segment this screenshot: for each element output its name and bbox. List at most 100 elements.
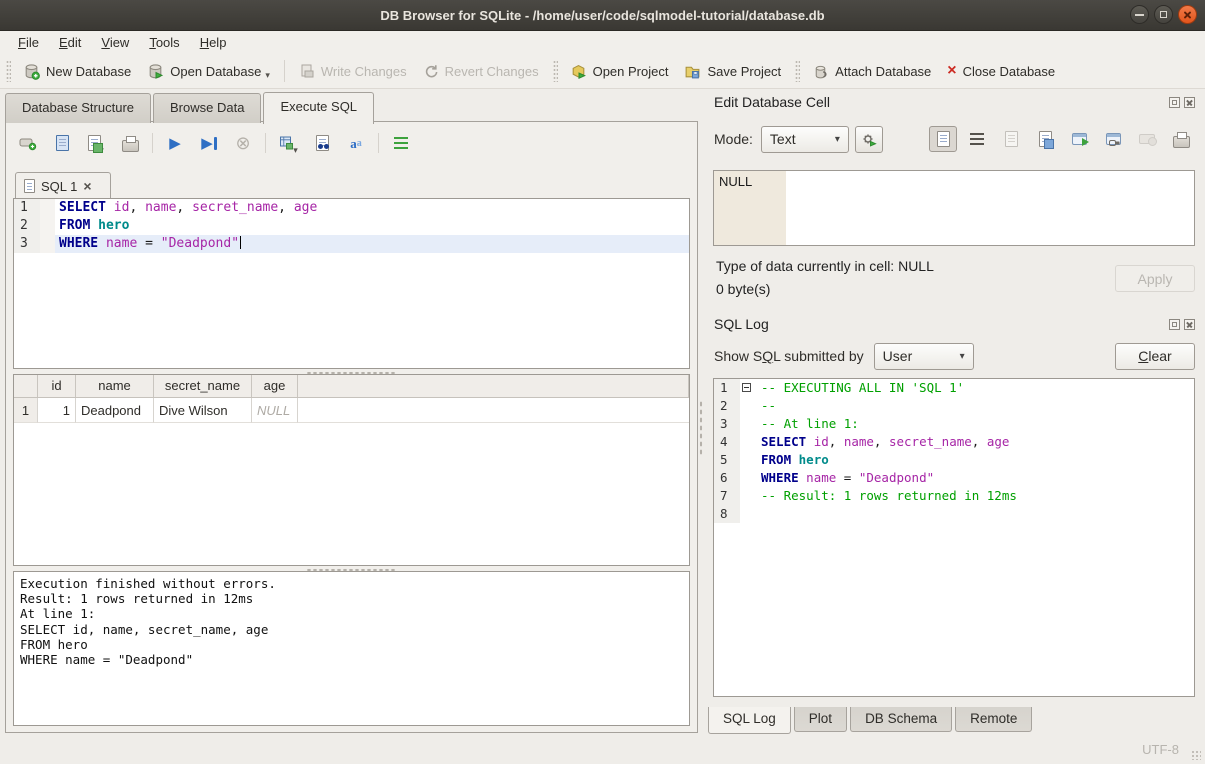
dock-close-icon[interactable]	[1184, 97, 1195, 108]
execute-icon: ▶	[169, 136, 181, 151]
save-project-icon	[684, 63, 701, 80]
export-results-button[interactable]: ▾	[276, 131, 300, 155]
tab-browse-data[interactable]: Browse Data	[153, 93, 261, 123]
print-cell-button[interactable]	[1167, 126, 1195, 152]
attach-database-button[interactable]: Attach Database	[804, 59, 939, 84]
new-tab-icon	[19, 135, 37, 151]
sql-document-tab[interactable]: SQL 1 ×	[15, 172, 111, 199]
text-mode-button[interactable]	[929, 126, 957, 152]
execute-all-button[interactable]: ▶	[163, 131, 187, 155]
dock-tab-db-schema[interactable]: DB Schema	[850, 707, 952, 732]
column-header[interactable]: name	[76, 375, 154, 397]
column-header[interactable]: age	[252, 375, 298, 397]
find-replace-button[interactable]	[310, 131, 334, 155]
set-null-icon	[1139, 134, 1155, 144]
minimize-button[interactable]	[1130, 5, 1149, 24]
tab-execute-sql[interactable]: Execute SQL	[263, 92, 374, 124]
copy-link-button[interactable]	[1099, 126, 1127, 152]
code-line[interactable]: 1-- EXECUTING ALL IN 'SQL 1'	[714, 379, 1194, 397]
code-line[interactable]: 3WHERE name = "Deadpond"	[14, 235, 689, 253]
auto-format-button[interactable]: aa	[344, 131, 368, 155]
table-cell[interactable]: 1	[38, 398, 76, 423]
results-table[interactable]: idnamesecret_nameage11DeadpondDive Wilso…	[13, 374, 690, 566]
code-line[interactable]: 3-- At line 1:	[714, 415, 1194, 433]
dock-close-icon[interactable]	[1184, 319, 1195, 330]
sql-log-dock-header: SQL Log	[714, 314, 1195, 334]
sql-tab-close-icon[interactable]: ×	[83, 178, 91, 194]
link-icon	[1106, 133, 1121, 145]
word-wrap-button[interactable]	[389, 131, 413, 155]
code-line[interactable]: 7-- Result: 1 rows returned in 12ms	[714, 487, 1194, 505]
table-row[interactable]: 11DeadpondDive WilsonNULL	[14, 398, 689, 423]
open-external-button[interactable]	[1065, 126, 1093, 152]
sql-editor[interactable]: 1SELECT id, name, secret_name, age2FROM …	[13, 198, 690, 369]
dock-float-icon[interactable]	[1169, 319, 1180, 330]
cell-value-editor[interactable]: NULL	[713, 170, 1195, 246]
sql-log-view[interactable]: 1-- EXECUTING ALL IN 'SQL 1'2--3-- At li…	[713, 378, 1195, 697]
toolbar-handle[interactable]	[6, 60, 11, 82]
close-database-button[interactable]: × Close Database	[939, 60, 1063, 83]
maximize-button[interactable]	[1154, 5, 1173, 24]
encoding-indicator[interactable]: UTF-8	[1142, 742, 1179, 757]
cell-editor-toolbar	[929, 126, 1195, 152]
new-database-button[interactable]: New Database	[15, 59, 139, 84]
chevron-down-icon: ▾	[821, 134, 840, 145]
dock-tab-sql-log[interactable]: SQL Log	[708, 707, 791, 734]
export-icon	[1039, 131, 1052, 147]
close-button[interactable]	[1178, 5, 1197, 24]
stop-execution-button: ⊗	[231, 131, 255, 155]
submitter-select[interactable]: User ▾	[874, 343, 974, 370]
open-sql-file-button[interactable]	[50, 131, 74, 155]
execution-message-box[interactable]: Execution finished without errors. Resul…	[13, 571, 690, 726]
table-cell[interactable]: Dive Wilson	[154, 398, 252, 423]
menu-edit[interactable]: Edit	[49, 32, 91, 53]
code-line[interactable]: 2--	[714, 397, 1194, 415]
print-sql-button[interactable]	[118, 131, 142, 155]
open-project-button[interactable]: Open Project	[562, 59, 677, 84]
auto-switch-mode-button[interactable]	[855, 126, 883, 153]
panel-splitter[interactable]	[699, 400, 704, 456]
cell-type-info: Type of data currently in cell: NULL	[716, 258, 934, 274]
dock-float-icon[interactable]	[1169, 97, 1180, 108]
open-database-button[interactable]: Open Database ▾	[139, 59, 278, 84]
save-project-button[interactable]: Save Project	[676, 59, 789, 84]
table-cell[interactable]: NULL	[252, 398, 298, 423]
cell-word-wrap-button[interactable]	[963, 126, 991, 152]
execute-current-line-button[interactable]: ▶	[197, 131, 221, 155]
code-line[interactable]: 4SELECT id, name, secret_name, age	[714, 433, 1194, 451]
code-line[interactable]: 2FROM hero	[14, 217, 689, 235]
table-cell[interactable]: Deadpond	[76, 398, 154, 423]
sql-log-title: SQL Log	[714, 316, 769, 332]
menu-tools[interactable]: Tools	[139, 32, 189, 53]
export-cell-button[interactable]	[1031, 126, 1059, 152]
open-database-dropdown-caret[interactable]: ▾	[265, 70, 270, 80]
menu-help[interactable]: Help	[190, 32, 237, 53]
code-line[interactable]: 1SELECT id, name, secret_name, age	[14, 199, 689, 217]
print-icon	[122, 140, 139, 152]
sql-tab-label: SQL 1	[41, 179, 77, 194]
open-database-icon	[147, 63, 164, 80]
dock-tab-plot[interactable]: Plot	[794, 707, 847, 732]
chevron-down-icon: ▾	[946, 351, 965, 362]
code-line[interactable]: 8	[714, 505, 1194, 523]
save-sql-file-button[interactable]: ▾	[84, 131, 108, 155]
code-line[interactable]: 6WHERE name = "Deadpond"	[714, 469, 1194, 487]
resize-grip[interactable]	[1191, 750, 1201, 760]
mode-select[interactable]: Text ▾	[761, 126, 849, 153]
tab-database-structure[interactable]: Database Structure	[5, 93, 151, 123]
menu-file[interactable]: File	[8, 32, 49, 53]
toolbar-handle[interactable]	[795, 60, 800, 82]
edit-cell-title: Edit Database Cell	[714, 94, 830, 110]
save-sql-file-icon	[88, 135, 101, 151]
menu-view[interactable]: View	[91, 32, 139, 53]
open-project-icon	[570, 63, 587, 80]
clear-log-button[interactable]: Clear	[1115, 343, 1195, 370]
import-icon	[1005, 131, 1018, 147]
new-sql-tab-button[interactable]	[16, 131, 40, 155]
column-header[interactable]: secret_name	[154, 375, 252, 397]
dock-tab-remote[interactable]: Remote	[955, 707, 1032, 732]
code-line[interactable]: 5FROM hero	[714, 451, 1194, 469]
toolbar-handle[interactable]	[553, 60, 558, 82]
revert-changes-icon	[423, 63, 439, 79]
column-header[interactable]: id	[38, 375, 76, 397]
